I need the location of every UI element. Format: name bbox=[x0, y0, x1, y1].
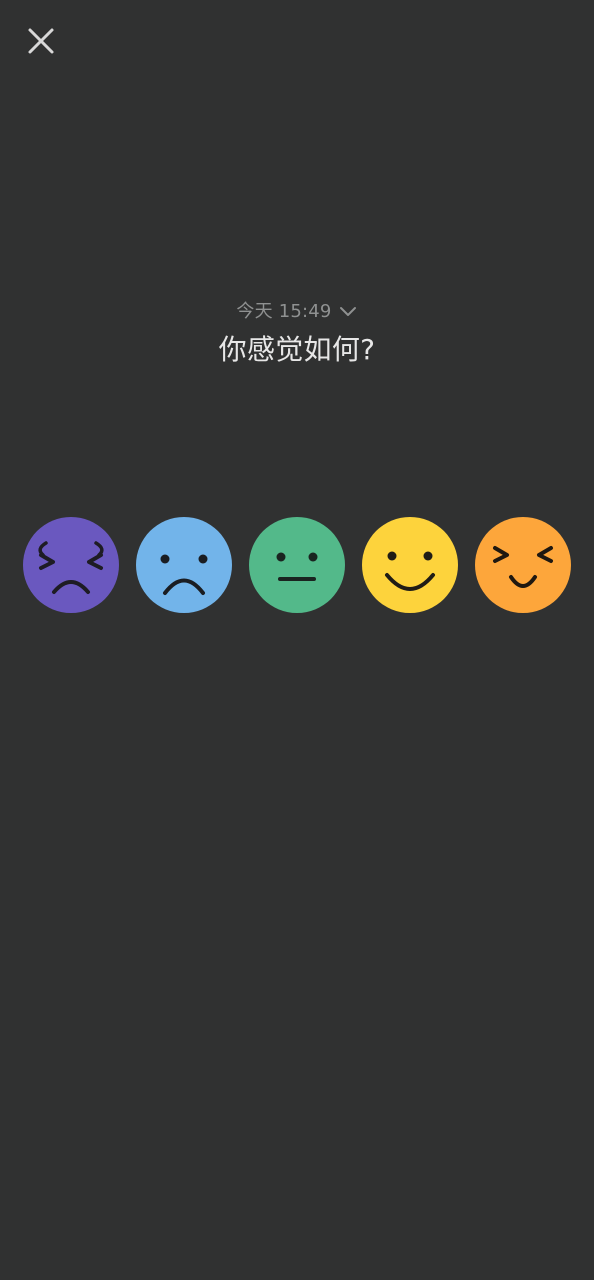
joyful-face-icon bbox=[475, 517, 571, 613]
mood-question: 你感觉如何? bbox=[218, 333, 376, 366]
mood-great-button[interactable] bbox=[475, 517, 571, 613]
mood-options bbox=[23, 517, 571, 613]
smile-face-icon bbox=[362, 517, 458, 613]
neutral-face-icon bbox=[249, 517, 345, 613]
date-selector[interactable]: 今天 15:49 bbox=[0, 298, 594, 326]
mood-awful-button[interactable] bbox=[23, 517, 119, 613]
date-label: 今天 15:49 bbox=[236, 301, 332, 322]
mood-good-button[interactable] bbox=[362, 517, 458, 613]
awful-face-icon bbox=[23, 517, 119, 613]
sad-face-icon bbox=[136, 517, 232, 613]
mood-meh-button[interactable] bbox=[249, 517, 345, 613]
mood-bad-button[interactable] bbox=[136, 517, 232, 613]
close-button[interactable] bbox=[20, 20, 62, 62]
chevron-down-icon bbox=[339, 307, 356, 316]
close-icon bbox=[28, 28, 54, 54]
